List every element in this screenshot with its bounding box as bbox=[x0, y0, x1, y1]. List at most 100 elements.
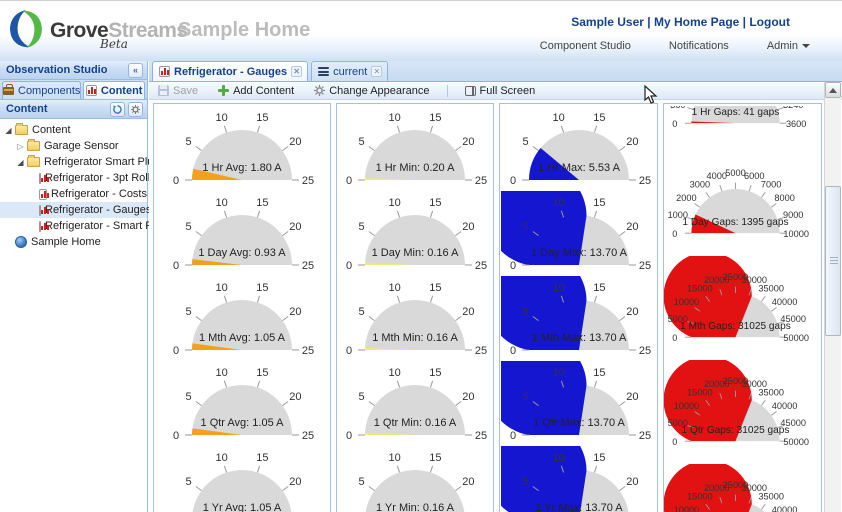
gauge-column-min: 05101520251 Hr Min: 0.20 A05101520251 Da… bbox=[336, 103, 494, 512]
chart-icon bbox=[39, 205, 41, 216]
tree-item-label: Sample Home bbox=[31, 236, 101, 248]
svg-text:3000: 3000 bbox=[690, 180, 710, 190]
svg-text:0: 0 bbox=[346, 345, 352, 357]
svg-text:20: 20 bbox=[462, 306, 474, 318]
gauge: 0500010000150002000025000300003500040000… bbox=[664, 360, 821, 458]
svg-text:4000: 4000 bbox=[707, 171, 727, 181]
collapse-sidebar-button[interactable]: « bbox=[128, 63, 143, 78]
svg-text:1 Yr Min: 0.16 A: 1 Yr Min: 0.16 A bbox=[376, 502, 455, 512]
svg-text:20: 20 bbox=[289, 306, 301, 318]
svg-text:10: 10 bbox=[215, 197, 227, 209]
gauges-dashboard: 05101520251 Hr Avg: 1.80 A05101520251 Da… bbox=[149, 101, 825, 512]
tree-item-sample-home[interactable]: Sample Home bbox=[0, 234, 147, 250]
svg-text:10: 10 bbox=[552, 367, 564, 379]
svg-text:50000: 50000 bbox=[783, 437, 809, 447]
svg-text:25: 25 bbox=[475, 175, 487, 187]
nav-notifications[interactable]: Notifications bbox=[669, 40, 729, 52]
close-tab-icon[interactable]: ✕ bbox=[291, 66, 302, 77]
scrollbar-thumb[interactable] bbox=[825, 186, 841, 336]
expand-arrow-icon[interactable]: ◢ bbox=[2, 126, 15, 135]
svg-text:20: 20 bbox=[626, 476, 638, 488]
svg-text:15000: 15000 bbox=[687, 388, 713, 398]
tree-item-refrigerator-smart-plu[interactable]: Refrigerator - Smart Plu... bbox=[0, 218, 147, 234]
svg-text:1 Hr Avg: 1.80 A: 1 Hr Avg: 1.80 A bbox=[202, 162, 282, 174]
svg-text:20: 20 bbox=[462, 391, 474, 403]
svg-text:3240: 3240 bbox=[783, 106, 803, 110]
svg-text:1 Hr Min: 0.20 A: 1 Hr Min: 0.20 A bbox=[376, 162, 456, 174]
chart-icon bbox=[39, 173, 41, 184]
tree-item-refrigerator-gauges[interactable]: Refrigerator - Gauges bbox=[0, 202, 147, 218]
main-toolbar: Save Add Content Change Appearance Full … bbox=[149, 82, 842, 100]
settings-button[interactable] bbox=[128, 102, 143, 117]
tab-refrigerator-gauges[interactable]: Refrigerator - Gauges ✕ bbox=[152, 61, 308, 81]
tree-item-refrigerator-smart-plug[interactable]: ◢Refrigerator Smart Plug bbox=[0, 154, 147, 170]
gear-icon bbox=[131, 105, 140, 114]
chart-icon bbox=[86, 85, 97, 96]
svg-text:50000: 50000 bbox=[783, 333, 809, 343]
nav-admin-menu[interactable]: Admin bbox=[767, 40, 810, 52]
svg-text:1 Day Gaps: 1395 gaps: 1 Day Gaps: 1395 gaps bbox=[682, 217, 788, 228]
gauge-column-gaps: 0360720108014401800216025202880324036001… bbox=[663, 103, 822, 512]
gauge: 05101520251 Mth Avg: 1.05 A bbox=[154, 276, 330, 360]
svg-text:0: 0 bbox=[672, 229, 677, 239]
svg-text:1 Yr Avg: 1.05 A: 1 Yr Avg: 1.05 A bbox=[203, 502, 282, 512]
svg-text:10: 10 bbox=[388, 452, 400, 464]
svg-text:10: 10 bbox=[215, 112, 227, 124]
tree-item-label: Refrigerator Smart Plug bbox=[44, 156, 160, 168]
svg-text:1 Hr Gaps: 41 gaps: 1 Hr Gaps: 41 gaps bbox=[692, 107, 780, 118]
tree-item-garage-sensor[interactable]: ▷Garage Sensor bbox=[0, 138, 147, 154]
svg-text:1 Hr Max: 5.53 A: 1 Hr Max: 5.53 A bbox=[538, 162, 621, 174]
gauge: 05101520251 Qtr Max: 13.70 A bbox=[500, 361, 657, 445]
svg-text:5: 5 bbox=[186, 391, 192, 403]
svg-text:10: 10 bbox=[388, 367, 400, 379]
svg-text:5: 5 bbox=[359, 306, 365, 318]
tab-content[interactable]: Content bbox=[83, 81, 145, 99]
gauge: 05101520251 Day Max: 13.70 A bbox=[500, 191, 657, 275]
chevron-down-icon bbox=[802, 44, 810, 48]
svg-text:15: 15 bbox=[593, 452, 605, 464]
svg-text:5: 5 bbox=[186, 476, 192, 488]
change-appearance-button[interactable]: Change Appearance bbox=[311, 84, 432, 98]
tree-item-refrigerator-3pt-rolling[interactable]: Refrigerator - 3pt Rolling... bbox=[0, 170, 147, 186]
collapse-arrow-icon[interactable]: ▷ bbox=[14, 142, 27, 151]
svg-text:0: 0 bbox=[346, 175, 352, 187]
main-tabstrip: Refrigerator - Gauges ✕ current ✕ bbox=[149, 61, 842, 82]
full-screen-icon bbox=[465, 86, 476, 96]
svg-text:15000: 15000 bbox=[687, 284, 713, 294]
tree-item-label: Content bbox=[32, 124, 71, 136]
folder-icon bbox=[27, 157, 40, 167]
svg-text:10: 10 bbox=[215, 367, 227, 379]
svg-text:25: 25 bbox=[475, 345, 487, 357]
chart-icon bbox=[159, 66, 170, 77]
gauge: 05101520251 Hr Avg: 1.80 A bbox=[154, 106, 330, 190]
plus-icon bbox=[218, 85, 229, 96]
expand-arrow-icon[interactable]: ◢ bbox=[14, 158, 27, 167]
save-button[interactable]: Save bbox=[155, 84, 201, 98]
svg-text:1 Day Avg: 0.93 A: 1 Day Avg: 0.93 A bbox=[198, 247, 286, 259]
refresh-icon bbox=[113, 105, 122, 114]
svg-text:10: 10 bbox=[552, 197, 564, 209]
nav-component-studio[interactable]: Component Studio bbox=[540, 40, 631, 52]
svg-text:20: 20 bbox=[626, 391, 638, 403]
tree-item-content[interactable]: ◢ Content bbox=[0, 122, 147, 138]
add-content-button[interactable]: Add Content bbox=[215, 84, 297, 98]
svg-text:25: 25 bbox=[302, 260, 314, 272]
close-tab-icon[interactable]: ✕ bbox=[371, 66, 382, 77]
tab-current[interactable]: current ✕ bbox=[311, 61, 388, 81]
refresh-button[interactable] bbox=[110, 102, 125, 117]
observation-studio-title: Observation Studio bbox=[6, 64, 107, 76]
sidebar-tabs: Components Content bbox=[0, 80, 147, 100]
globe-icon bbox=[15, 236, 27, 248]
tree-item-refrigerator-costs[interactable]: Refrigerator - Costs bbox=[0, 186, 147, 202]
svg-text:0: 0 bbox=[173, 175, 179, 187]
svg-text:8000: 8000 bbox=[774, 193, 794, 203]
svg-text:0: 0 bbox=[509, 175, 515, 187]
user-links[interactable]: Sample User | My Home Page | Logout bbox=[571, 15, 790, 29]
gauge: 05101520251 Day Min: 0.16 A bbox=[337, 191, 493, 275]
vertical-scrollbar[interactable] bbox=[824, 82, 841, 512]
full-screen-button[interactable]: Full Screen bbox=[462, 84, 539, 98]
tab-components[interactable]: Components bbox=[2, 81, 81, 99]
scroll-up-button[interactable] bbox=[825, 82, 841, 98]
svg-text:25: 25 bbox=[475, 430, 487, 442]
svg-text:20: 20 bbox=[462, 221, 474, 233]
